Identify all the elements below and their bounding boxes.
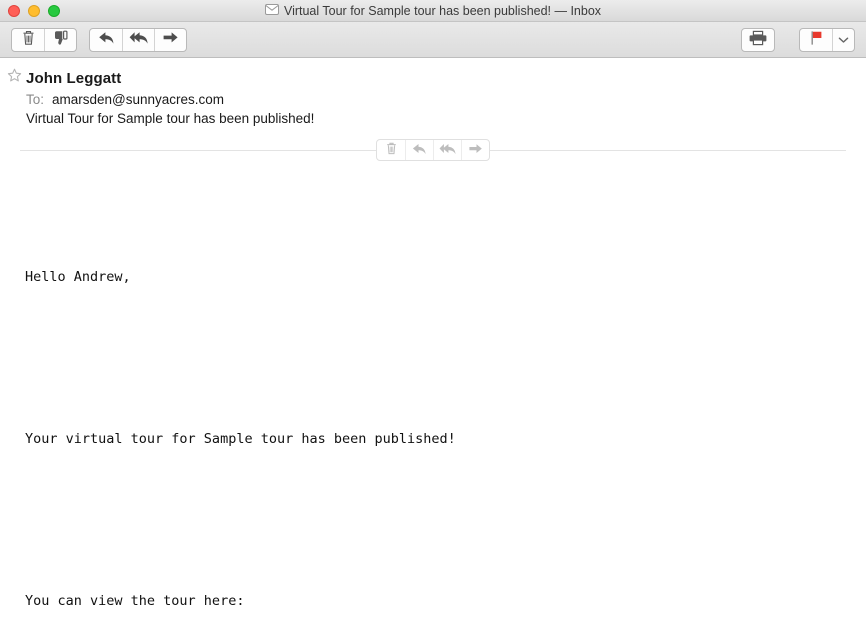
recipient-row: To: amarsden@sunnyacres.com — [0, 92, 866, 107]
view-prompt-line: You can view the tour here: — [25, 593, 245, 609]
reply-button[interactable] — [90, 29, 122, 51]
print-button-group — [741, 27, 775, 52]
thumbs-down-icon — [53, 30, 69, 49]
forward-arrow-icon — [468, 143, 483, 158]
to-label: To: — [26, 92, 45, 107]
trash-icon — [22, 30, 35, 49]
message-toolbar — [0, 22, 866, 58]
minimize-window-button[interactable] — [28, 4, 40, 17]
window-titlebar: Virtual Tour for Sample tour has been pu… — [0, 0, 866, 22]
message-subject: Virtual Tour for Sample tour has been pu… — [26, 111, 315, 126]
junk-button[interactable] — [44, 28, 76, 51]
toolbar-right-section — [741, 27, 855, 52]
envelope-icon — [264, 2, 279, 20]
trash-icon — [386, 142, 397, 158]
body-greeting: Hello Andrew, — [25, 232, 866, 322]
traffic-light-buttons — [8, 0, 60, 21]
flag-button[interactable] — [800, 29, 832, 51]
window-title-container: Virtual Tour for Sample tour has been pu… — [0, 0, 866, 21]
greeting-line: Hello Andrew, — [25, 269, 131, 285]
message-header: John Leggatt To: amarsden@sunnyacres.com… — [0, 58, 866, 126]
print-button[interactable] — [742, 29, 774, 51]
recipient-address[interactable]: amarsden@sunnyacres.com — [52, 92, 224, 107]
reply-arrow-icon — [412, 143, 427, 158]
forward-arrow-icon — [162, 31, 179, 48]
maximize-window-button[interactable] — [48, 4, 60, 17]
reply-all-arrow-icon — [439, 143, 457, 158]
inline-forward-button[interactable] — [461, 140, 489, 160]
flag-button-group — [799, 27, 855, 52]
printer-icon — [749, 30, 767, 49]
message-divider-section — [0, 135, 866, 165]
inline-delete-button[interactable] — [377, 140, 405, 160]
reply-arrow-icon — [98, 31, 115, 48]
delete-junk-button-group — [11, 27, 77, 52]
inline-action-toolbar — [376, 139, 490, 161]
sender-name: John Leggatt — [26, 69, 122, 87]
reply-forward-button-group — [89, 27, 187, 52]
inline-reply-button[interactable] — [405, 140, 433, 160]
body-view-prompt: You can view the tour here: — [25, 556, 866, 631]
reply-all-arrow-icon — [129, 31, 149, 48]
close-window-button[interactable] — [8, 4, 20, 17]
message-body: Hello Andrew, Your virtual tour for Samp… — [0, 165, 866, 631]
mail-message-window: Virtual Tour for Sample tour has been pu… — [0, 0, 866, 631]
flag-dropdown-button[interactable] — [832, 28, 854, 51]
window-title: Virtual Tour for Sample tour has been pu… — [283, 3, 602, 18]
body-intro: Your virtual tour for Sample tour has be… — [25, 394, 866, 484]
inline-reply-all-button[interactable] — [433, 140, 461, 160]
intro-line: Your virtual tour for Sample tour has be… — [25, 431, 456, 447]
star-icon[interactable] — [7, 68, 23, 88]
flag-icon — [809, 30, 823, 49]
chevron-down-icon — [838, 32, 849, 47]
delete-button[interactable] — [12, 29, 44, 51]
sender-row: John Leggatt — [0, 68, 866, 88]
reply-all-button[interactable] — [122, 28, 154, 51]
forward-button[interactable] — [154, 28, 186, 51]
